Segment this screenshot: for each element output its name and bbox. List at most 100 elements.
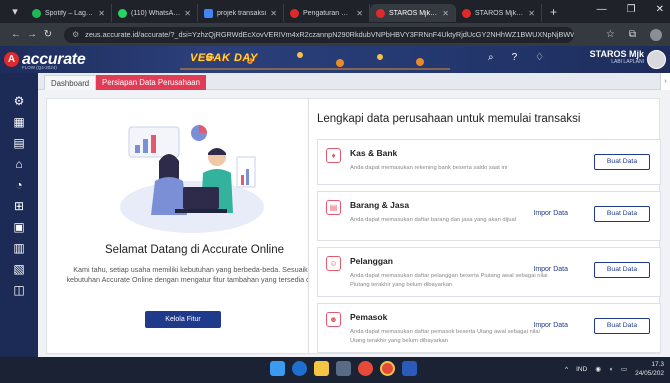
close-icon[interactable]: ✕: [356, 9, 363, 18]
url-input[interactable]: ⚙ zeus.accurate.id/accurate/?_dsi=YzhzQj…: [64, 26, 574, 43]
search-icon[interactable]: ⌕: [488, 52, 494, 63]
inventory-icon[interactable]: ▣: [11, 219, 27, 235]
address-bar: ← → ↻ ⚙ zeus.accurate.id/accurate/?_dsi=…: [0, 23, 670, 46]
store-icon[interactable]: [336, 361, 351, 376]
buat-data-button[interactable]: Buat Data: [594, 206, 650, 222]
card-description: Anda dapat memasukan rekening bank beser…: [350, 165, 508, 171]
window-controls: — ❐ ✕: [597, 4, 664, 15]
browser-tab[interactable]: (110) WhatsApp ✕: [112, 4, 198, 22]
company-icon[interactable]: ▦: [11, 114, 27, 130]
browser-tab-label: projek transaksi: [217, 9, 267, 17]
sidebar: ⚙ ▦ ▤ ⌂ ◔ ⊞ ▣ ▥ ▧ ◫: [0, 73, 38, 357]
accurate-favicon: [462, 8, 471, 18]
user-avatar[interactable]: [647, 50, 666, 69]
minimize-icon[interactable]: —: [597, 4, 607, 15]
wifi-icon[interactable]: ◉: [595, 365, 601, 373]
buat-data-button[interactable]: Buat Data: [594, 262, 650, 278]
setup-card-pemasok: ☻ Pemasok Anda dapat memasukan daftar pe…: [317, 303, 661, 353]
close-icon[interactable]: ✕: [184, 9, 191, 18]
taskbar: ^ IND ◉ ◖ ▭ 17.3 24/05/202: [0, 357, 670, 383]
impor-data-link[interactable]: Impor Data: [533, 266, 568, 273]
close-icon[interactable]: ✕: [98, 9, 105, 18]
file-explorer-icon[interactable]: [314, 361, 329, 376]
impor-data-link[interactable]: Impor Data: [533, 322, 568, 329]
start-icon[interactable]: [270, 361, 285, 376]
browser-tab-label: STAROS Mjk (Accu: [389, 9, 438, 17]
new-tab-button[interactable]: +: [550, 5, 557, 19]
browser-tab-label: STAROS Mjk (Accu: [475, 9, 524, 17]
sales-icon[interactable]: ◔: [11, 177, 27, 193]
setup-title: Lengkapi data perusahaan untuk memulai t…: [317, 113, 581, 125]
browser-tab-label: Pengaturan Data –: [303, 9, 353, 17]
word-icon[interactable]: [402, 361, 417, 376]
browser-tab[interactable]: projek transaksi ✕: [198, 4, 284, 22]
settings-icon[interactable]: ⚙: [11, 93, 27, 109]
notification-bell-icon[interactable]: ♢: [535, 52, 544, 63]
browser-tab[interactable]: Pengaturan Data –✕: [284, 4, 370, 22]
cash-bank-icon[interactable]: ⌂: [11, 156, 27, 172]
tools-icon[interactable]: ◫: [11, 282, 27, 298]
tab-search-icon[interactable]: ▾: [8, 5, 22, 19]
close-window-icon[interactable]: ✕: [656, 4, 664, 15]
chrome-icon[interactable]: [380, 361, 395, 376]
buat-data-button[interactable]: Buat Data: [594, 318, 650, 334]
report-icon[interactable]: ▧: [11, 261, 27, 277]
welcome-description: Kami tahu, setiap usaha memiliki kebutuh…: [66, 265, 323, 284]
kelola-fitur-button[interactable]: Kelola Fitur: [145, 311, 221, 328]
edge-icon[interactable]: [292, 361, 307, 376]
logo-mark-icon: A: [4, 52, 19, 67]
bookmark-star-icon[interactable]: ☆: [606, 29, 615, 40]
browser-tab-active[interactable]: STAROS Mjk (Accu ✕: [370, 4, 456, 22]
ledger-icon[interactable]: ▤: [11, 135, 27, 151]
browser-tab[interactable]: STAROS Mjk (Accu ✕: [456, 4, 542, 22]
forward-icon[interactable]: →: [24, 29, 40, 40]
tab-persiapan-data[interactable]: Persiapan Data Perusahaan: [96, 75, 206, 90]
chevron-up-icon[interactable]: ^: [565, 366, 568, 373]
clock-date: 24/05/202: [635, 370, 664, 377]
profile-avatar[interactable]: [650, 28, 662, 41]
help-icon[interactable]: ?: [512, 52, 518, 63]
card-title: Pemasok: [350, 312, 388, 322]
tab-dashboard[interactable]: Dashboard: [44, 75, 97, 90]
setup-card-kas-bank: ♦ Kas & Bank Anda dapat memasukan rekeni…: [317, 139, 661, 185]
close-icon[interactable]: ✕: [442, 9, 449, 18]
whatsapp-icon: [118, 8, 127, 18]
setup-panel: Lengkapi data perusahaan untuk memulai t…: [308, 98, 661, 354]
welcome-illustration: [120, 125, 264, 233]
tab-scroll-icon[interactable]: ›: [660, 73, 670, 90]
page-tabs: Dashboard Persiapan Data Perusahaan ›: [38, 73, 670, 90]
accurate-favicon: [290, 8, 299, 18]
close-icon[interactable]: ✕: [270, 9, 277, 18]
reload-icon[interactable]: ↻: [40, 29, 56, 40]
browser-tab-label: Spotify – Lagu yan: [45, 9, 94, 17]
firefox-icon[interactable]: [358, 361, 373, 376]
browser-tab-strip: ▾ Spotify – Lagu yan✕ (110) WhatsApp✕ pr…: [0, 0, 670, 23]
purchase-icon[interactable]: ⊞: [11, 198, 27, 214]
browser-tab-label: (110) WhatsApp: [131, 9, 181, 17]
volume-icon[interactable]: ◖: [609, 366, 613, 373]
card-description: Anda dapat memasukan daftar pemasok bese…: [350, 329, 540, 344]
buat-data-button[interactable]: Buat Data: [594, 154, 650, 170]
customer-icon: ☺: [326, 256, 341, 271]
url-text: zeus.accurate.id/accurate/?_dsi=YzhzQjRG…: [85, 30, 574, 39]
welcome-title: Selamat Datang di Accurate Online: [105, 244, 284, 256]
extensions-icon[interactable]: ⧉: [629, 29, 636, 40]
battery-icon[interactable]: ▭: [621, 365, 627, 373]
back-icon[interactable]: ←: [8, 29, 24, 40]
welcome-panel: Selamat Datang di Accurate Online Kami t…: [46, 98, 341, 354]
browser-tab[interactable]: Spotify – Lagu yan ✕: [26, 4, 112, 22]
company-switcher[interactable]: STAROS Mjk LABI LAPLANI: [590, 49, 644, 65]
site-info-icon[interactable]: ⚙: [72, 30, 79, 39]
impor-data-link[interactable]: Impor Data: [533, 210, 568, 217]
accurate-favicon: [376, 8, 385, 18]
card-title: Barang & Jasa: [350, 200, 410, 210]
card-title: Kas & Bank: [350, 148, 398, 158]
asset-icon[interactable]: ▥: [11, 240, 27, 256]
clock[interactable]: 17.3 24/05/202: [635, 360, 664, 378]
close-icon[interactable]: ✕: [528, 9, 535, 18]
docs-icon: [204, 8, 213, 18]
maximize-icon[interactable]: ❐: [627, 4, 636, 15]
box-icon: ▤: [326, 200, 341, 215]
system-tray: ^ IND ◉ ◖ ▭ 17.3 24/05/202: [565, 360, 664, 378]
language-indicator[interactable]: IND: [576, 366, 587, 373]
